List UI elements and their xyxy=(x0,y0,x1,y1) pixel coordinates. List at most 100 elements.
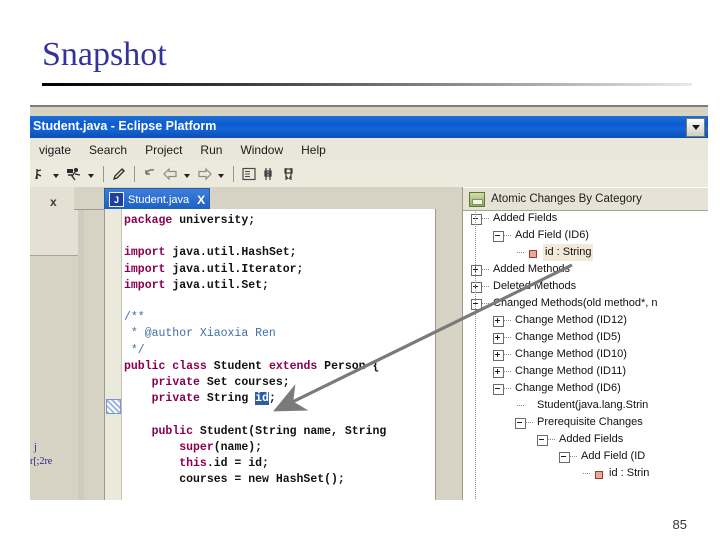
back-arrow-icon[interactable] xyxy=(140,161,160,187)
page-title: Snapshot xyxy=(42,36,167,73)
toggle-marker-icon[interactable] xyxy=(259,161,279,187)
menu-item-vigate[interactable]: vigate xyxy=(30,143,80,157)
code-line: import java.util.HashSet; xyxy=(124,246,297,260)
debug-icon[interactable] xyxy=(63,161,85,187)
menu-item-run[interactable]: Run xyxy=(191,143,231,157)
tree-item-label: Change Method (ID5) xyxy=(515,331,621,343)
tree-item[interactable]: Change Method (ID12) xyxy=(463,312,708,329)
close-icon[interactable]: X xyxy=(197,193,205,207)
debug-dropdown-caret[interactable] xyxy=(88,173,94,178)
code-line: package university; xyxy=(124,214,256,227)
java-editor: J Student.java X package university; imp… xyxy=(74,187,503,500)
tree-item-label: Change Method (ID11) xyxy=(515,365,627,377)
tree-connector xyxy=(517,252,524,253)
tree-item[interactable]: Prerequisite Changes xyxy=(463,414,708,431)
tree-item[interactable]: Change Method (ID5) xyxy=(463,329,708,346)
tree-item-label: Changed Methods(old method*, n xyxy=(493,297,658,309)
toolbar xyxy=(30,161,708,188)
code-line: import java.util.Iterator; xyxy=(124,262,304,276)
changes-tree[interactable]: Added Fields Add Field (ID6) id : String Ad… xyxy=(463,210,708,500)
tree-item-label: id : Strin xyxy=(609,467,650,479)
collapse-icon[interactable] xyxy=(493,384,504,395)
tree-item-label: Add Field (ID xyxy=(581,450,646,462)
editor-tabstrip: J Student.java X xyxy=(74,187,434,211)
run-dropdown-caret[interactable] xyxy=(53,173,59,178)
menu-item-project[interactable]: Project xyxy=(136,143,191,157)
tree-item[interactable]: Deleted Methods xyxy=(463,278,708,295)
tree-item-label: Prerequisite Changes xyxy=(537,416,643,428)
toolbar-separator xyxy=(233,166,234,182)
tree-connector xyxy=(504,388,511,389)
tree-item-label: Change Method (ID10) xyxy=(515,348,627,360)
code-line: public Student(String name, String xyxy=(151,424,387,438)
editor-text-area[interactable]: package university; import java.util.Has… xyxy=(104,209,436,500)
ghost-text-1: j xyxy=(34,442,37,453)
tree-item[interactable]: id : String xyxy=(463,244,708,261)
collapse-icon[interactable] xyxy=(471,299,482,310)
tree-connector xyxy=(526,422,533,423)
collapse-icon[interactable] xyxy=(471,214,482,225)
expand-icon[interactable] xyxy=(471,265,482,276)
run-icon[interactable] xyxy=(30,161,50,187)
tree-item[interactable]: Added Fields xyxy=(463,431,708,448)
left-view-stub-lower xyxy=(30,227,79,256)
compare-icon[interactable] xyxy=(279,161,299,187)
new-window-icon[interactable] xyxy=(239,161,259,187)
tree-item-label: Added Methods xyxy=(493,263,571,275)
left-view-ghost-text: j r[;2re xyxy=(30,442,78,478)
next-arrow-icon[interactable] xyxy=(194,161,215,187)
tree-item[interactable]: Added Methods xyxy=(463,261,708,278)
collapse-icon[interactable] xyxy=(559,452,570,463)
expand-icon[interactable] xyxy=(493,367,504,378)
tree-item[interactable]: Student(java.lang.Strin xyxy=(463,397,708,414)
pencil-icon[interactable] xyxy=(109,161,129,187)
close-icon[interactable]: x xyxy=(50,195,57,209)
menu-bar: vigate Search Project Run Window Help xyxy=(30,138,708,162)
tree-connector xyxy=(570,456,577,457)
code-line: private String id; xyxy=(151,392,276,406)
collapse-icon[interactable] xyxy=(515,418,526,429)
tree-item-label: Added Fields xyxy=(493,212,558,224)
previous-arrow-icon[interactable] xyxy=(160,161,181,187)
tree-item[interactable]: Change Method (ID11) xyxy=(463,363,708,380)
expand-icon[interactable] xyxy=(471,282,482,293)
tree-guide-line xyxy=(475,210,476,500)
slide-page-number: 85 xyxy=(672,517,687,532)
tab-student-java[interactable]: J Student.java X xyxy=(104,188,211,211)
source-code[interactable]: package university; import java.util.Has… xyxy=(124,213,435,500)
tree-item[interactable]: Added Fields xyxy=(463,210,708,227)
tree-item-label: Added Fields xyxy=(559,433,624,445)
previous-dropdown-caret[interactable] xyxy=(184,173,190,178)
toolbar-separator xyxy=(103,166,104,182)
tree-item[interactable]: Add Field (ID6) xyxy=(463,227,708,244)
tree-item[interactable]: Changed Methods(old method*, n xyxy=(463,295,708,312)
menu-item-search[interactable]: Search xyxy=(80,143,136,157)
chevron-down-icon[interactable] xyxy=(686,118,705,137)
next-dropdown-caret[interactable] xyxy=(218,173,224,178)
tree-item[interactable]: Add Field (ID xyxy=(463,448,708,465)
tree-item[interactable]: Change Method (ID6) xyxy=(463,380,708,397)
atomic-changes-view: Atomic Changes By Category Added Fields A… xyxy=(462,187,708,500)
tree-item-label: Student(java.lang.Strin xyxy=(537,399,649,411)
tree-item-label: Deleted Methods xyxy=(493,280,577,292)
view-title: Atomic Changes By Category xyxy=(491,193,642,205)
field-marker-icon xyxy=(529,250,537,258)
collapse-icon[interactable] xyxy=(493,231,504,242)
editor-vertical-ruler[interactable] xyxy=(105,209,122,500)
tree-connector xyxy=(517,405,524,406)
collapse-icon[interactable] xyxy=(537,435,548,446)
menu-item-help[interactable]: Help xyxy=(292,143,335,157)
tree-connector xyxy=(504,235,511,236)
workbench: x j r[;2re J Student.java X package univ… xyxy=(30,187,708,500)
expand-icon[interactable] xyxy=(493,333,504,344)
expand-icon[interactable] xyxy=(493,316,504,327)
tree-connector xyxy=(583,473,590,474)
toolbar-separator xyxy=(134,166,135,182)
tree-item[interactable]: id : Strin xyxy=(463,465,708,482)
expand-icon[interactable] xyxy=(493,350,504,361)
menu-item-window[interactable]: Window xyxy=(231,143,292,157)
tree-connector xyxy=(504,354,511,355)
code-line: /** xyxy=(124,311,145,325)
tree-connector xyxy=(482,218,489,219)
tree-item[interactable]: Change Method (ID10) xyxy=(463,346,708,363)
